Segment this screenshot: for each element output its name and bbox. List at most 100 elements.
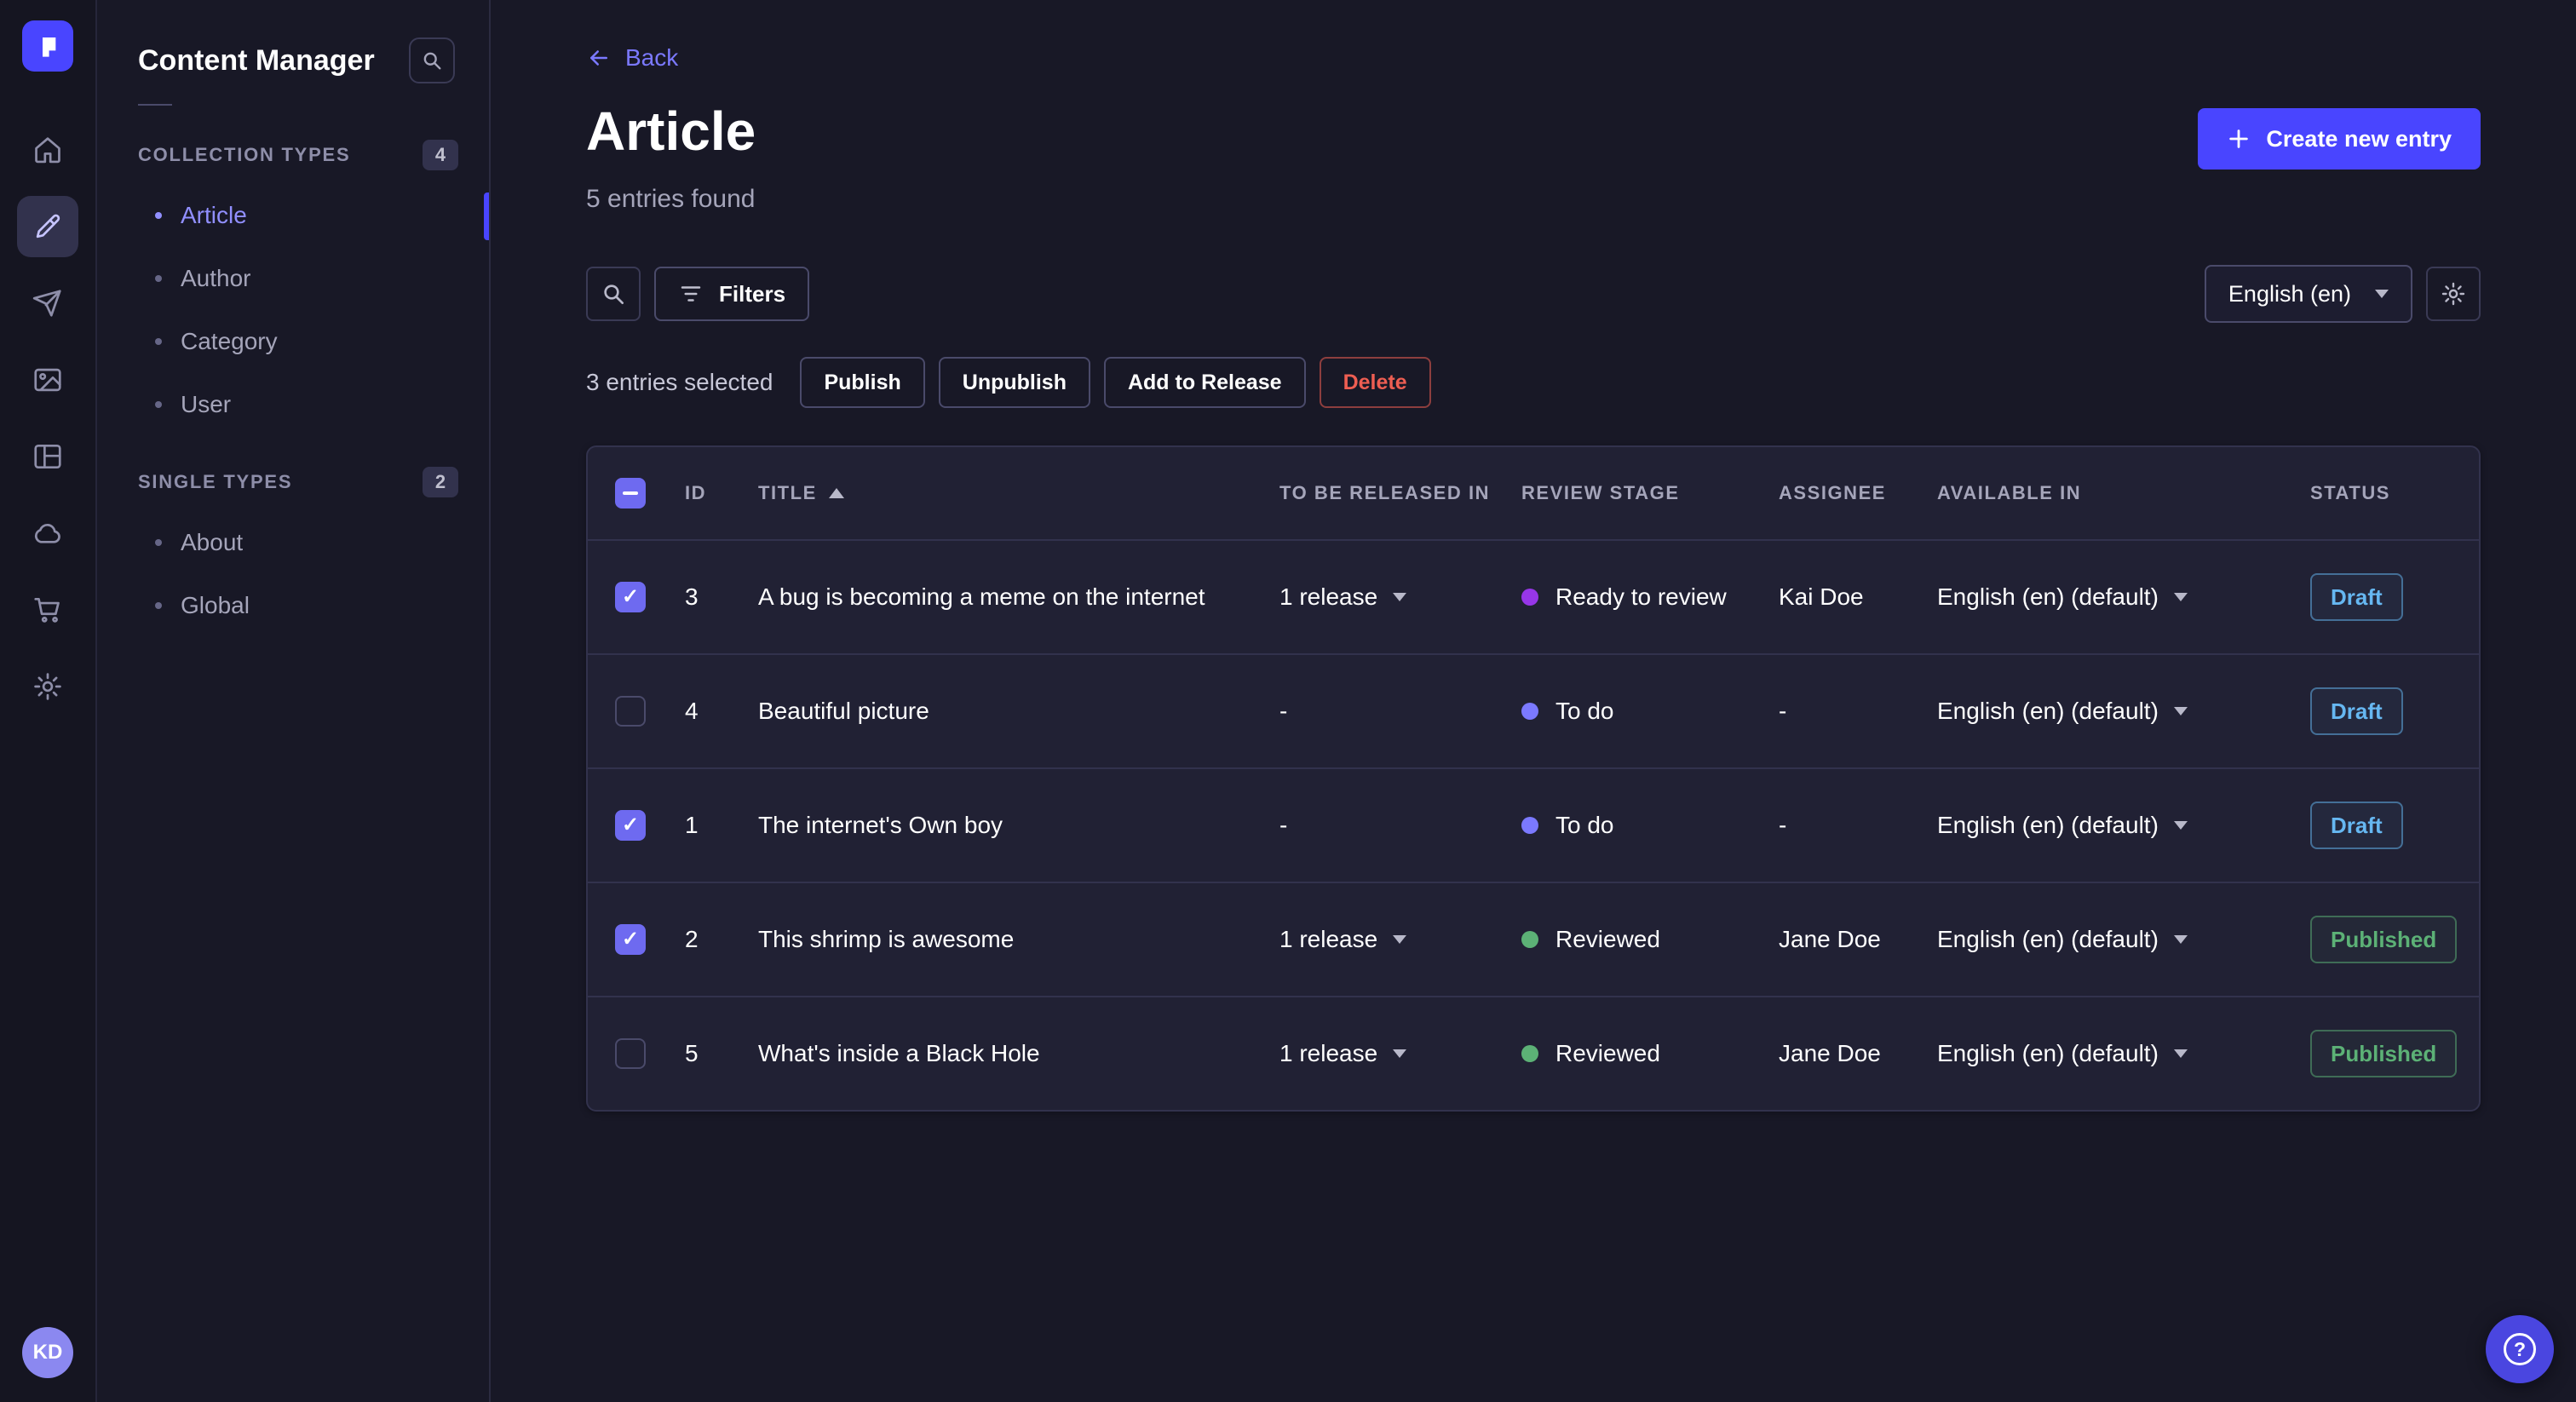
search-button[interactable] [586,267,641,321]
chevron-down-icon [1393,1049,1407,1058]
sidebar-item-label: Author [181,265,251,291]
create-new-entry-button[interactable]: Create new entry [2198,108,2481,170]
row-checkbox[interactable] [615,924,646,955]
back-link[interactable]: Back [586,44,678,72]
sidebar-search-button[interactable] [409,37,455,83]
content-manager-sidebar: Content Manager COLLECTION TYPES 4 Artic… [97,0,491,1402]
row-id: 3 [685,583,699,610]
row-checkbox[interactable] [615,696,646,727]
row-title[interactable]: A bug is becoming a meme on the internet [758,540,1279,654]
status-badge: Draft [2310,573,2403,621]
table-header-row: ID TITLE TO BE RELEASED IN REVIEW STAGE … [588,447,2479,539]
locale-cell[interactable]: English (en) (default) [1937,698,2310,725]
sidebar-title: Content Manager [138,43,375,77]
review-stage-cell: To do [1521,812,1779,839]
stage-dot-icon [1521,931,1538,948]
avatar[interactable]: KD [22,1327,73,1378]
media-library-icon[interactable] [17,349,78,411]
sidebar-item-category[interactable]: Category [97,310,489,373]
chevron-down-icon [2375,290,2389,298]
sidebar-item-author[interactable]: Author [97,247,489,310]
marketplace-icon[interactable] [17,579,78,641]
page-title: Article [586,101,756,162]
main-nav-rail: KD [0,0,97,1402]
row-title[interactable]: Beautiful picture [758,654,1279,768]
toolbar-right: English (en) [2204,265,2481,323]
locale-cell[interactable]: English (en) (default) [1937,926,2310,953]
releases-icon[interactable] [17,273,78,334]
settings-icon[interactable] [17,656,78,717]
stage-dot-icon [1521,589,1538,606]
header-release: TO BE RELEASED IN [1279,482,1491,503]
chevron-down-icon [2173,707,2188,715]
selection-count: 3 entries selected [586,369,773,395]
select-all-checkbox[interactable] [615,478,646,509]
locale-value: English (en) [2228,280,2351,307]
status-cell: Draft [2310,687,2452,735]
header-review-stage: REVIEW STAGE [1521,482,1680,503]
create-new-entry-label: Create new entry [2266,125,2452,152]
list-toolbar: Filters English (en) [586,265,2481,323]
row-title[interactable]: What's inside a Black Hole [758,997,1279,1110]
entries-count: 5 entries found [586,185,756,213]
row-title[interactable]: This shrimp is awesome [758,882,1279,997]
release-cell[interactable]: 1 release [1279,1040,1521,1067]
unpublish-button[interactable]: Unpublish [938,357,1090,408]
review-stage-cell: Reviewed [1521,926,1779,953]
row-title[interactable]: The internet's Own boy [758,768,1279,882]
filter-icon [681,286,701,302]
help-button[interactable]: ? [2486,1315,2554,1383]
status-badge: Draft [2310,802,2403,849]
add-to-release-button[interactable]: Add to Release [1103,357,1306,408]
release-cell[interactable]: 1 release [1279,583,1521,611]
review-stage-cell: To do [1521,698,1779,725]
sidebar-section: COLLECTION TYPES 4 Article Author Catego… [97,140,489,446]
view-settings-button[interactable] [2426,267,2481,321]
bullet-icon [155,539,162,546]
header-title[interactable]: TITLE [758,482,1279,504]
chevron-down-icon [1393,935,1407,944]
status-badge: Published [2310,916,2458,963]
sidebar-item-about[interactable]: About [97,511,489,574]
row-checkbox[interactable] [615,810,646,841]
table-row: 3 A bug is becoming a meme on the intern… [588,539,2479,653]
sidebar-item-label: About [181,529,244,555]
locale-cell[interactable]: English (en) (default) [1937,583,2310,611]
locale-cell[interactable]: English (en) (default) [1937,812,2310,839]
assignee-cell: Kai Doe [1779,583,1864,610]
strapi-logo[interactable] [22,20,73,72]
filters-button[interactable]: Filters [654,267,810,321]
release-cell[interactable]: 1 release [1279,926,1521,953]
section-count-badge: 2 [423,467,458,497]
section-label: SINGLE TYPES [138,471,293,492]
plus-icon [2229,129,2249,148]
release-cell[interactable]: - [1279,812,1521,839]
row-checkbox[interactable] [615,582,646,612]
app-window: KD Content Manager COLLECTION TYPES 4 Ar… [0,0,2576,1402]
cloud-icon[interactable] [17,503,78,564]
locale-cell[interactable]: English (en) (default) [1937,1040,2310,1067]
stage-dot-icon [1521,1045,1538,1062]
arrow-left-icon [590,50,607,66]
home-icon[interactable] [17,119,78,181]
content-manager-icon[interactable] [17,196,78,257]
chevron-down-icon [2173,821,2188,830]
table-row: 1 The internet's Own boy - To do - Engli… [588,767,2479,882]
table-row: 2 This shrimp is awesome 1 release Revie… [588,882,2479,996]
release-cell[interactable]: - [1279,698,1521,725]
header-id[interactable]: ID [685,482,758,504]
row-checkbox[interactable] [615,1038,646,1069]
locale-select[interactable]: English (en) [2204,265,2412,323]
sort-ascending-icon [828,488,844,498]
publish-button[interactable]: Publish [800,357,925,408]
sidebar-header: Content Manager [97,0,489,104]
delete-button[interactable]: Delete [1319,357,1431,408]
sidebar-item-user[interactable]: User [97,373,489,436]
sidebar-item-article[interactable]: Article [97,184,489,247]
sidebar-item-global[interactable]: Global [97,574,489,637]
assignee-cell: - [1779,812,1787,838]
row-id: 5 [685,1040,699,1066]
content-type-builder-icon[interactable] [17,426,78,487]
sidebar-sections: COLLECTION TYPES 4 Article Author Catego… [97,119,489,647]
status-badge: Draft [2310,687,2403,735]
